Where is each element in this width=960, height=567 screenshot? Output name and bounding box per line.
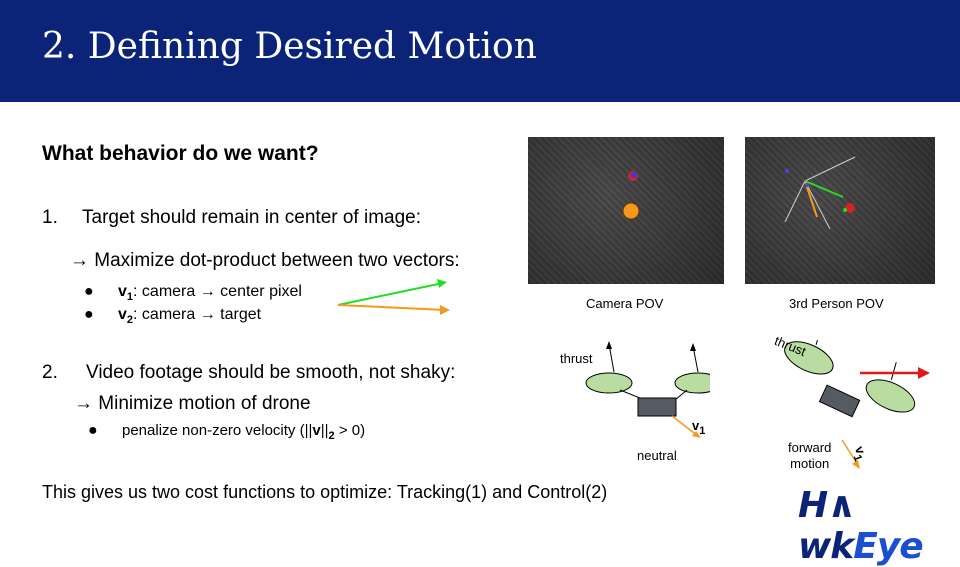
vector-symbol: v — [118, 306, 127, 323]
v2-arrowhead — [440, 305, 450, 315]
bullet-velocity: ● penalize non-zero velocity (||v||2 > 0… — [88, 422, 366, 442]
list-item-1: 1. Target should remain in center of ima… — [42, 207, 421, 229]
camera-pov-image — [528, 137, 724, 284]
drone-body-tilted — [818, 384, 861, 418]
vectors-diagram — [337, 279, 450, 315]
list-text: Video footage should be smooth, not shak… — [86, 362, 456, 383]
bullet-v2: ● v2: camera → target — [84, 306, 261, 326]
section-heading: What behavior do we want? — [42, 142, 319, 165]
list-number: 2. — [42, 362, 58, 383]
bullet-text: : camera → center pixel — [133, 283, 302, 300]
bullet-icon: ● — [84, 283, 94, 300]
objective-text-1: → Maximize dot-product between two vecto… — [70, 250, 460, 271]
v2-arrow — [337, 304, 446, 311]
list-item-2: 2. Video footage should be smooth, not s… — [42, 362, 455, 384]
right-rotor — [674, 372, 710, 394]
right-rotor-tilted — [865, 379, 916, 413]
v1-arrowhead — [437, 279, 447, 288]
drone-body — [637, 397, 677, 417]
caption-third-person-pov: 3rd Person POV — [789, 296, 884, 311]
caption-camera-pov: Camera POV — [586, 296, 664, 311]
summary-text: This gives us two cost functions to opti… — [42, 482, 608, 502]
vector-symbol: v — [312, 422, 321, 439]
v1-label-neutral: v1 — [692, 418, 706, 437]
left-rotor — [585, 372, 633, 394]
bullet-text: : camera → target — [133, 306, 262, 323]
forward-motion-label: forward motion — [788, 440, 832, 471]
hawkeye-logo: H∧wkEye — [798, 485, 924, 567]
third-person-pov-image — [745, 137, 935, 284]
objective-text-2: → Minimize motion of drone — [74, 393, 311, 414]
list-text: Target should remain in center of image: — [82, 207, 422, 228]
neutral-label: neutral — [637, 448, 677, 463]
title-bar: 2. Defining Desired Motion — [0, 0, 960, 102]
bullet-icon: ● — [88, 422, 98, 439]
center-dot — [622, 202, 640, 220]
neutral-drone-diagram — [585, 341, 710, 438]
thrust-label-neutral: thrust — [560, 351, 593, 366]
v1-arrow — [337, 282, 444, 306]
vector-symbol: v — [118, 283, 127, 300]
list-number: 1. — [42, 207, 58, 228]
bullet-icon: ● — [84, 306, 94, 323]
bullet-v1: ● v1: camera → center pixel — [84, 283, 302, 303]
slide-title: 2. Defining Desired Motion — [42, 26, 537, 67]
